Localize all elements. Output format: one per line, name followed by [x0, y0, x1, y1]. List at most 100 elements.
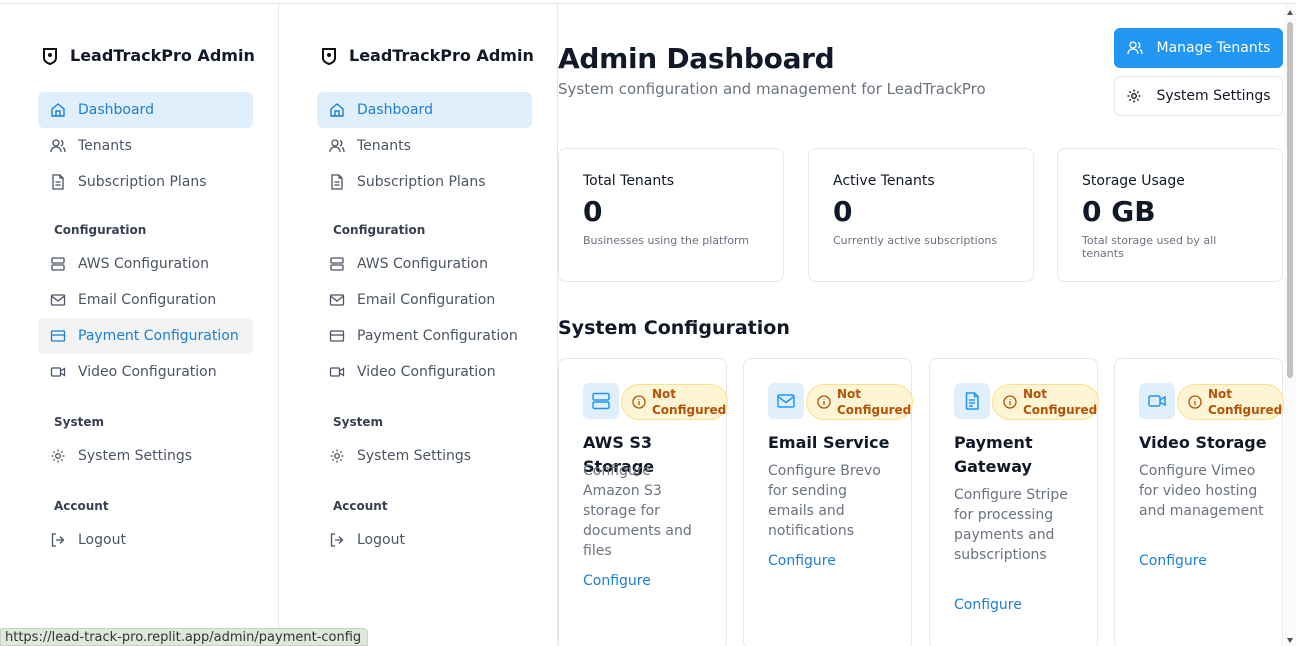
sidebar-item-label: AWS Configuration	[78, 256, 209, 272]
sidebar-item-video-configuration[interactable]: Video Configuration	[317, 354, 532, 390]
nav-configuration: Configuration AWS Configuration Email Co…	[38, 220, 253, 390]
sidebar-item-label: Video Configuration	[78, 364, 217, 380]
sidebar-item-system-settings[interactable]: System Settings	[317, 438, 532, 474]
stat-value: 0 GB	[1082, 195, 1156, 228]
sidebar-item-subscription-plans[interactable]: Subscription Plans	[38, 164, 253, 200]
mail-icon	[50, 294, 66, 306]
mail-icon	[329, 294, 345, 306]
sidebar-item-label: Payment Configuration	[78, 328, 239, 344]
configure-link[interactable]: Configure	[583, 573, 651, 589]
shield-logo-icon	[322, 47, 336, 65]
sidebar-item-aws-configuration[interactable]: AWS Configuration	[317, 246, 532, 282]
sidebar-item-video-configuration[interactable]: Video Configuration	[38, 354, 253, 390]
info-icon	[817, 395, 831, 409]
info-icon	[632, 395, 646, 409]
configure-link[interactable]: Configure	[954, 597, 1022, 613]
nav-system: System System Settings	[38, 412, 253, 474]
sidebar-item-label: Email Configuration	[78, 292, 217, 308]
card-description: Configure Vimeo for video hosting and ma…	[1139, 463, 1264, 519]
card-title: Video Storage	[1139, 433, 1267, 452]
sidebar-item-system-settings[interactable]: System Settings	[38, 438, 253, 474]
section-label-account: Account	[333, 499, 388, 513]
card-icon-box	[583, 383, 619, 419]
scrollbar-thumb[interactable]	[1287, 22, 1293, 378]
stat-card-total-tenants: Total Tenants 0 Businesses using the pla…	[558, 148, 784, 282]
gear-icon	[330, 449, 344, 463]
badge-line1: Not	[1208, 387, 1233, 401]
section-label-account: Account	[54, 499, 109, 513]
section-label-system: System	[333, 415, 383, 429]
credit-card-icon	[50, 330, 66, 342]
badge-line1: Not	[837, 387, 862, 401]
nav-account: Account Logout	[317, 496, 532, 558]
nav-account: Account Logout	[38, 496, 253, 558]
sidebar-item-payment-configuration[interactable]: Payment Configuration	[38, 318, 253, 354]
configure-link[interactable]: Configure	[1139, 553, 1207, 569]
sidebar-item-label: Logout	[357, 532, 405, 548]
sidebar-item-label: Payment Configuration	[357, 328, 518, 344]
document-icon	[965, 392, 979, 410]
badge-line1: Not	[1023, 387, 1048, 401]
status-badge: Not Configured	[806, 384, 913, 420]
brand[interactable]: LeadTrackPro Admin	[321, 46, 534, 65]
sidebar-item-email-configuration[interactable]: Email Configuration	[38, 282, 253, 318]
info-icon	[1003, 395, 1017, 409]
sidebar-item-dashboard[interactable]: Dashboard	[317, 92, 532, 128]
card-description: Configure Brevo for sending emails and n…	[768, 463, 881, 539]
system-settings-button[interactable]: System Settings	[1114, 76, 1283, 116]
nav-primary: Dashboard Tenants Subscription Plans	[38, 92, 253, 200]
section-title-system-configuration: System Configuration	[558, 317, 790, 339]
video-icon	[50, 367, 66, 377]
server-icon	[51, 257, 65, 271]
video-icon	[329, 367, 345, 377]
status-badge: Not Configured	[621, 384, 728, 420]
file-icon	[52, 174, 64, 190]
scroll-up-arrow-icon[interactable]	[1287, 10, 1293, 15]
stat-value: 0	[833, 195, 853, 228]
config-card-payment: Not Configured Payment Gateway Configure …	[929, 358, 1099, 646]
info-icon	[1188, 395, 1202, 409]
vertical-scrollbar[interactable]	[1284, 4, 1296, 646]
manage-tenants-button[interactable]: Manage Tenants	[1114, 28, 1283, 68]
stat-label: Total Tenants	[583, 173, 675, 189]
page-title: Admin Dashboard	[558, 42, 835, 75]
sidebar-item-label: Subscription Plans	[357, 174, 486, 190]
config-card-email: Not Configured Email Service Configure Br…	[743, 358, 913, 646]
card-title: Email Service	[768, 433, 890, 452]
stat-card-storage-usage: Storage Usage 0 GB Total storage used by…	[1057, 148, 1283, 282]
users-icon	[329, 139, 345, 153]
sidebar-item-dashboard[interactable]: Dashboard	[38, 92, 253, 128]
stat-card-active-tenants: Active Tenants 0 Currently active subscr…	[808, 148, 1034, 282]
brand-title: LeadTrackPro Admin	[70, 46, 255, 65]
sidebar-item-tenants[interactable]: Tenants	[38, 128, 253, 164]
brand[interactable]: LeadTrackPro Admin	[42, 46, 255, 65]
card-icon-box	[1139, 383, 1175, 419]
configure-link[interactable]: Configure	[768, 553, 836, 569]
sidebar-item-email-configuration[interactable]: Email Configuration	[317, 282, 532, 318]
nav-primary: Dashboard Tenants Subscription Plans	[317, 92, 532, 200]
sidebar-item-logout[interactable]: Logout	[317, 522, 532, 558]
nav-system: System System Settings	[317, 412, 532, 474]
sidebar-item-tenants[interactable]: Tenants	[317, 128, 532, 164]
card-description: Configure Stripe for processing payments…	[954, 487, 1068, 563]
page-subtitle: System configuration and management for …	[558, 80, 986, 98]
sidebar-item-payment-configuration[interactable]: Payment Configuration	[317, 318, 532, 354]
scroll-down-arrow-icon[interactable]	[1287, 638, 1293, 643]
nav-configuration: Configuration AWS Configuration Email Co…	[317, 220, 532, 390]
home-icon	[330, 103, 344, 117]
card-icon-box	[768, 383, 804, 419]
logout-icon	[51, 533, 65, 547]
stat-value: 0	[583, 195, 603, 228]
sidebar-item-subscription-plans[interactable]: Subscription Plans	[317, 164, 532, 200]
mail-icon	[777, 394, 795, 408]
sidebar-secondary: LeadTrackPro Admin Dashboard Tenants Sub…	[279, 4, 558, 646]
badge-line2: Configured	[837, 403, 912, 417]
sidebar-item-label: System Settings	[78, 448, 193, 464]
stat-label: Storage Usage	[1082, 173, 1185, 189]
server-icon	[330, 257, 344, 271]
server-icon	[592, 392, 610, 410]
sidebar-item-aws-configuration[interactable]: AWS Configuration	[38, 246, 253, 282]
stat-desc: Businesses using the platform	[583, 234, 749, 247]
sidebar-item-logout[interactable]: Logout	[38, 522, 253, 558]
stat-label: Active Tenants	[833, 173, 935, 189]
